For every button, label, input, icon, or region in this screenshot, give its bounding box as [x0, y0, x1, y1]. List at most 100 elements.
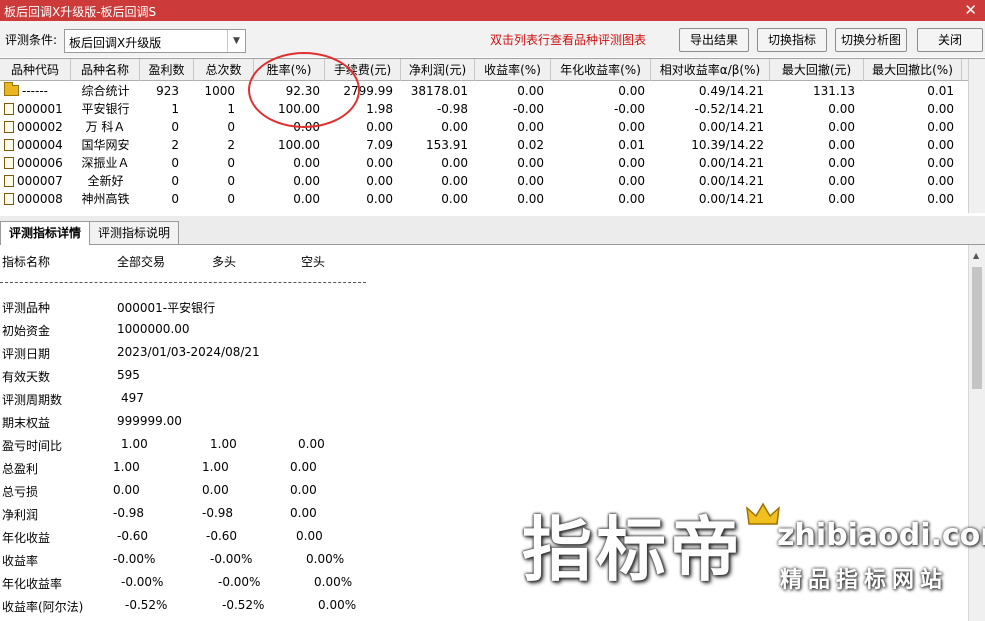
document-icon [4, 139, 14, 151]
value-cell: 0.00/14.21 [698, 192, 764, 206]
value-cell: -0.00 [613, 102, 645, 116]
table-row[interactable]: 000006 深振业Ａ 0 0 0.00 0.00 0.00 0.00 0.00 0.00/14.… [0, 154, 968, 172]
detail-scrollbar[interactable]: ▲ [968, 245, 985, 621]
value-cell: 0.49/14.21 [698, 84, 764, 98]
column-header[interactable]: 相对收益率α/β(%) [651, 59, 770, 81]
value-cell: 0.00 [618, 156, 645, 170]
code-cell: 000002 [4, 118, 74, 136]
condition-value: 板后回调X升级版 [69, 36, 162, 50]
switch-indicator-button[interactable]: 切换指标 [757, 28, 827, 52]
value-cell: 0 [227, 120, 235, 134]
detail-header-short: 空头 [301, 255, 326, 269]
column-header[interactable]: 品种代码 [0, 59, 71, 81]
metric-label: 净利润 [2, 508, 39, 522]
code-text: 000008 [17, 192, 63, 206]
document-icon [4, 193, 14, 205]
metric-value-all: -0.52% [125, 598, 168, 612]
metric-label: 评测日期 [2, 347, 51, 361]
code-cell: 000001 [4, 100, 74, 118]
table-row[interactable]: 000002 万 科Ａ 0 0 0.00 0.00 0.00 0.00 0.00 0.00/14.… [0, 118, 968, 136]
tab-bar: 评测指标详情 评测指标说明 [0, 216, 985, 246]
scroll-thumb[interactable] [972, 267, 982, 389]
metric-value-long: -0.00% [210, 552, 253, 566]
metric-value-short: 0.00% [306, 552, 345, 566]
document-icon [4, 175, 14, 187]
value-cell: 0.00 [927, 138, 954, 152]
metric-value: 595 [117, 368, 140, 382]
metric-label: 年化收益 [2, 531, 51, 545]
metric-value-short: 0.00 [298, 437, 325, 451]
value-cell: 0.00 [517, 84, 544, 98]
condition-label: 评测条件: [5, 33, 58, 47]
column-header[interactable]: 最大回撤比(%) [864, 59, 962, 81]
switch-chart-button[interactable]: 切换分析图 [835, 28, 907, 52]
tab-explanation[interactable]: 评测指标说明 [89, 221, 180, 245]
value-cell: 0.00 [517, 192, 544, 206]
document-icon [4, 157, 14, 169]
value-cell: 0.00/14.21 [698, 156, 764, 170]
condition-select[interactable]: 板后回调X升级版 ▼ [64, 29, 246, 53]
metric-value-short: 0.00% [318, 598, 357, 612]
table-row[interactable]: 000008 神州高铁 0 0 0.00 0.00 0.00 0.00 0.00 0.00/14.… [0, 190, 968, 208]
value-cell: 0.00 [618, 174, 645, 188]
metric-value-all: -0.98 [113, 506, 145, 520]
table-scrollbar[interactable] [968, 59, 985, 213]
code-text: 000001 [17, 102, 63, 116]
metric-value-long: 1.00 [202, 460, 229, 474]
value-cell: -0.00 [512, 102, 544, 116]
code-cell: 000007 [4, 172, 74, 190]
table-row[interactable]: 000007 全新好 0 0 0.00 0.00 0.00 0.00 0.00 0.00/14.2… [0, 172, 968, 190]
metric-value-short: 0.00 [290, 483, 317, 497]
code-text: 000007 [17, 174, 63, 188]
metric-value-long: -0.98 [202, 506, 234, 520]
metric-value-short: 0.00 [290, 506, 317, 520]
value-cell: 0 [227, 174, 235, 188]
value-cell: 0.01 [618, 138, 645, 152]
column-header[interactable]: 品种名称 [71, 59, 140, 81]
close-icon[interactable]: ✕ [964, 1, 977, 19]
column-header[interactable]: 最大回撤(元) [770, 59, 864, 81]
value-cell: 0.00 [927, 192, 954, 206]
column-header[interactable]: 盈利数 [140, 59, 194, 81]
metric-label: 收益率(阿尔法) [2, 600, 84, 614]
value-cell: 2 [227, 138, 235, 152]
metric-value: 1000000.00 [117, 322, 190, 336]
metric-value-all: 0.00 [113, 483, 140, 497]
column-header[interactable]: 年化收益率(%) [551, 59, 651, 81]
column-header[interactable]: 收益率(%) [475, 59, 551, 81]
scroll-up-icon[interactable]: ▲ [973, 251, 979, 260]
metric-label: 总盈利 [2, 462, 39, 476]
metric-label: 评测品种 [2, 301, 51, 315]
tab-detail[interactable]: 评测指标详情 [0, 221, 91, 246]
chevron-down-icon[interactable]: ▼ [227, 30, 245, 52]
code-cell: 000004 [4, 136, 74, 154]
value-cell: 0.00 [828, 174, 855, 188]
metric-value-short: 0.00 [296, 529, 323, 543]
table-row[interactable]: 000004 国华网安 2 2 100.00 7.09 153.91 0.02 0.01 10.3… [0, 136, 968, 154]
metric-label: 评测周期数 [2, 393, 63, 407]
value-cell: 0.00 [828, 156, 855, 170]
table-header: 品种代码 品种名称 盈利数 总次数 胜率(%) 手续费(元) 净利润(元) 收益率(%) 年化收… [0, 59, 968, 81]
value-cell: 0 [227, 192, 235, 206]
code-text: 000006 [17, 156, 63, 170]
value-cell: 0.00 [828, 120, 855, 134]
value-cell: 0.00 [517, 120, 544, 134]
export-results-button[interactable]: 导出结果 [679, 28, 749, 52]
close-button[interactable]: 关闭 [917, 28, 983, 52]
value-cell: 0.00 [927, 174, 954, 188]
table-row[interactable]: 000001 平安银行 1 1 100.00 1.98 -0.98 -0.00 -0.00 -0.… [0, 100, 968, 118]
metric-value: 2023/01/03-2024/08/21 [117, 345, 260, 359]
detail-panel: 指标名称 全部交易 多头 空头 评测品种 000001-平安银行 初始资金 10000… [0, 245, 968, 621]
table-row[interactable]: ------ 综合统计 923 1000 92.30 2799.99 38178.01 0.0… [0, 82, 968, 100]
folder-icon [4, 82, 19, 96]
window-title: 板后回调X升级版-板后回调S [4, 5, 157, 19]
document-icon [4, 103, 14, 115]
metric-value-long: -0.60 [206, 529, 238, 543]
value-cell: 0.00 [828, 102, 855, 116]
column-header[interactable]: 净利润(元) [401, 59, 475, 81]
metric-value-all: 1.00 [121, 437, 148, 451]
column-header[interactable]: 总次数 [194, 59, 254, 81]
metric-value: 999999.00 [117, 414, 182, 428]
title-bar: 板后回调X升级版-板后回调S ✕ [0, 0, 985, 21]
value-cell: 1 [227, 102, 235, 116]
